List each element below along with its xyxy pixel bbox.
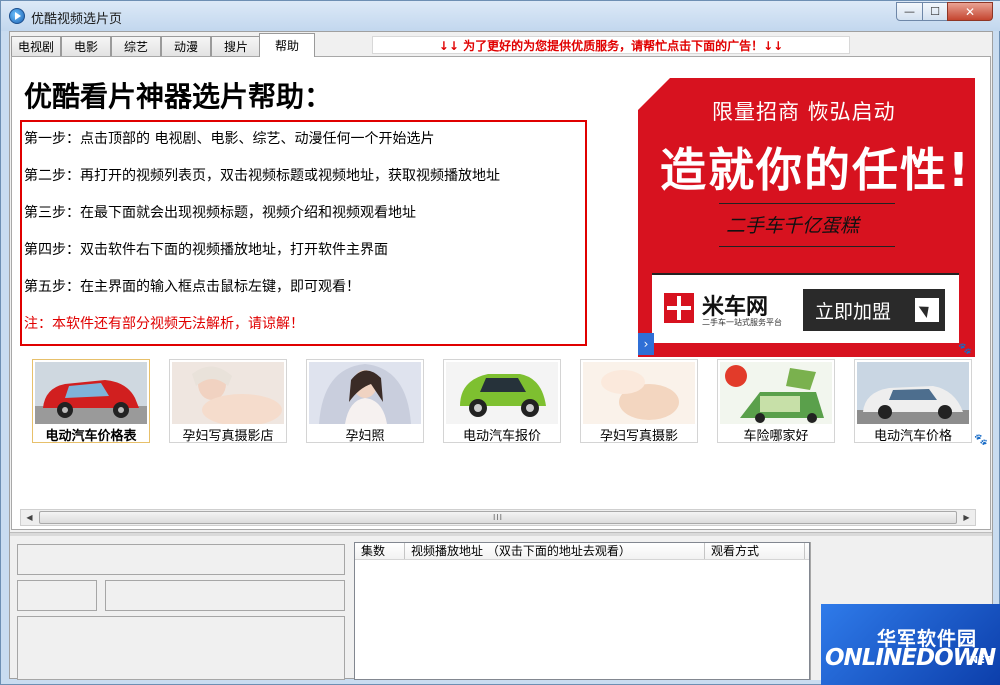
thumbnail-label: 电动汽车报价 bbox=[462, 429, 541, 444]
ad-headline: 限量招商 恢弘启动 bbox=[712, 100, 896, 124]
join-now-label: 立即加盟 bbox=[815, 300, 892, 323]
thumbnail-ad[interactable]: 电动汽车报价 bbox=[443, 359, 561, 444]
ad-slogan: 造就你的任性! bbox=[660, 143, 971, 197]
thumbnail-image bbox=[172, 362, 284, 424]
tab-movies[interactable]: 电影 bbox=[61, 36, 111, 56]
tab-tv-series[interactable]: 电视剧 bbox=[11, 36, 61, 56]
thumbnail-image bbox=[583, 362, 695, 424]
thumbnail-ad[interactable]: 车险哪家好 bbox=[717, 359, 835, 444]
play-address-list[interactable]: 集数 视频播放地址 （双击下面的地址去观看） 观看方式 bbox=[354, 542, 810, 680]
help-note: 注：本软件还有部分视频无法解析，请谅解！ bbox=[24, 316, 304, 332]
thumbnail-image bbox=[720, 362, 832, 424]
brand-logo-icon bbox=[664, 293, 694, 323]
thumbnail-label: 电动汽车价格表 bbox=[45, 429, 137, 444]
tab-bar: 电视剧 电影 综艺 动漫 搜片 帮助 ↓↓ 为了更好的为您提供优质服务，请帮忙点… bbox=[10, 32, 992, 57]
title-bar[interactable]: 优酷视频选片页 — ☐ ✕ bbox=[1, 1, 1000, 31]
thumbnail-image bbox=[309, 362, 421, 424]
ad-expand-arrow-icon[interactable]: › bbox=[638, 333, 654, 355]
thumbnail-ad[interactable]: 电动汽车价格表 bbox=[32, 359, 150, 444]
page-title: 优酷看片神器选片帮助： bbox=[24, 80, 333, 113]
close-button[interactable]: ✕ bbox=[947, 2, 993, 21]
video-info-field[interactable] bbox=[105, 580, 345, 611]
cursor-icon bbox=[915, 298, 939, 322]
tab-help[interactable]: 帮助 bbox=[259, 33, 315, 57]
minimize-button[interactable]: — bbox=[896, 2, 923, 21]
ad-corner-fold bbox=[638, 78, 670, 110]
help-step: 第二步：再打开的视频列表页，双击视频标题或视频地址，获取视频播放地址 bbox=[24, 168, 500, 184]
paw-icon: 🐾 bbox=[958, 342, 972, 355]
thumbnail-image bbox=[446, 362, 558, 424]
client-area: 电视剧 电影 综艺 动漫 搜片 帮助 ↓↓ 为了更好的为您提供优质服务，请帮忙点… bbox=[9, 31, 993, 680]
window-title: 优酷视频选片页 bbox=[31, 12, 123, 27]
help-step: 第四步：双击软件右下面的视频播放地址，打开软件主界面 bbox=[24, 242, 388, 258]
scroll-thumb[interactable]: III bbox=[39, 511, 957, 524]
thumbnail-label: 孕妇写真摄影店 bbox=[182, 429, 274, 444]
tab-search[interactable]: 搜片 bbox=[211, 36, 261, 56]
column-episode[interactable]: 集数 bbox=[355, 543, 405, 559]
advertisement-banner[interactable]: 限量招商 恢弘启动 造就你的任性! 二手车千亿蛋糕 米车网 二手车一站式服务平台… bbox=[638, 78, 975, 357]
horizontal-scrollbar[interactable]: ◀ III ▶ bbox=[20, 509, 976, 526]
ad-tagline: 二手车千亿蛋糕 bbox=[726, 215, 860, 237]
app-logo-icon bbox=[9, 8, 25, 24]
splitter[interactable] bbox=[10, 532, 992, 536]
ad-brand-strip: 米车网 二手车一站式服务平台 立即加盟 bbox=[652, 273, 959, 343]
thumbnail-ad[interactable]: 孕妇写真摄影 bbox=[580, 359, 698, 444]
thumbnail-label: 孕妇写真摄影 bbox=[599, 429, 678, 444]
ad-notice-banner: ↓↓ 为了更好的为您提供优质服务，请帮忙点击下面的广告！↓↓ bbox=[372, 36, 850, 54]
help-page: 优酷看片神器选片帮助： 第一步：点击顶部的 电视剧、电影、综艺、动漫任何一个开始… bbox=[11, 56, 991, 530]
list-header: 集数 视频播放地址 （双击下面的地址去观看） 观看方式 bbox=[355, 543, 809, 560]
help-step: 第三步：在最下面就会出现视频标题，视频介绍和视频观看地址 bbox=[24, 205, 416, 221]
thumbnail-ad[interactable]: 孕妇照 bbox=[306, 359, 424, 444]
thumbnail-image bbox=[857, 362, 969, 424]
video-info-field[interactable] bbox=[17, 580, 97, 611]
thumbnail-image bbox=[35, 362, 147, 424]
help-step: 第一步：点击顶部的 电视剧、电影、综艺、动漫任何一个开始选片 bbox=[24, 131, 435, 147]
maximize-button[interactable]: ☐ bbox=[922, 2, 948, 21]
column-watch-mode[interactable]: 观看方式 bbox=[705, 543, 805, 559]
scroll-right-icon[interactable]: ▶ bbox=[958, 510, 975, 525]
tab-anime[interactable]: 动漫 bbox=[161, 36, 211, 56]
watermark-net-text: .NET bbox=[966, 655, 992, 666]
paw-icon: 🐾 bbox=[974, 433, 988, 446]
app-window: 优酷视频选片页 — ☐ ✕ 电视剧 电影 综艺 动漫 搜片 帮助 ↓↓ 为了更好… bbox=[0, 0, 1000, 685]
video-description-field[interactable] bbox=[17, 616, 345, 680]
help-step: 第五步：在主界面的输入框点击鼠标左键，即可观看！ bbox=[24, 279, 360, 295]
thumbnail-ad[interactable]: 电动汽车价格 bbox=[854, 359, 972, 444]
help-steps-box: 第一步：点击顶部的 电视剧、电影、综艺、动漫任何一个开始选片 第二步：再打开的视… bbox=[20, 120, 587, 346]
join-now-button[interactable]: 立即加盟 bbox=[803, 289, 945, 331]
thumbnail-label: 孕妇照 bbox=[345, 429, 385, 444]
thumbnail-label: 车险哪家好 bbox=[743, 429, 809, 444]
video-title-field[interactable] bbox=[17, 544, 345, 575]
ad-divider bbox=[719, 203, 895, 204]
thumbnail-label: 电动汽车价格 bbox=[873, 429, 952, 444]
column-play-url[interactable]: 视频播放地址 （双击下面的地址去观看） bbox=[405, 543, 705, 559]
tab-variety[interactable]: 综艺 bbox=[111, 36, 161, 56]
ad-brand-subtitle: 二手车一站式服务平台 bbox=[702, 318, 782, 327]
scroll-left-icon[interactable]: ◀ bbox=[21, 510, 38, 525]
thumbnail-ad[interactable]: 孕妇写真摄影店 bbox=[169, 359, 287, 444]
ad-divider bbox=[719, 246, 895, 247]
